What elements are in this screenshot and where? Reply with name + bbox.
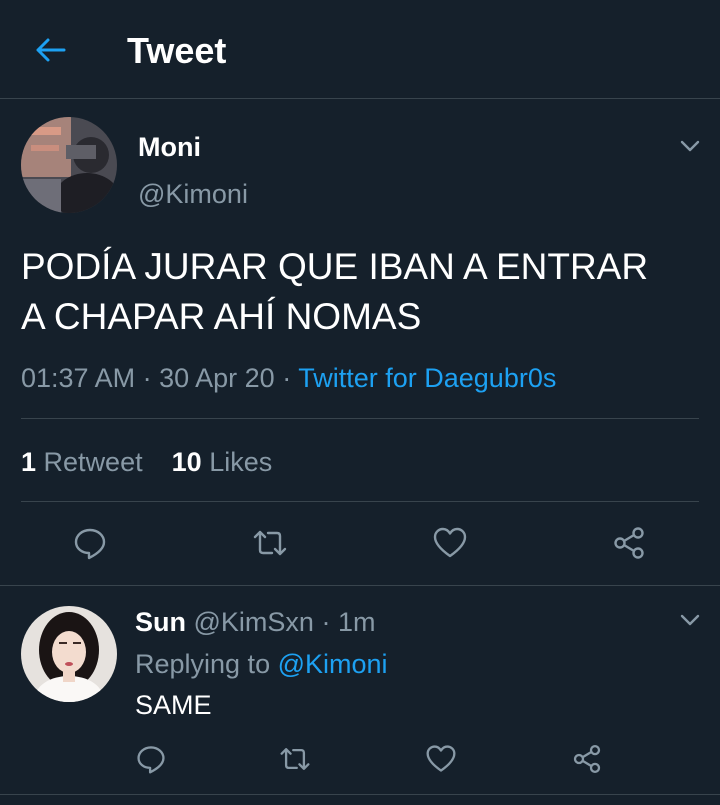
reply-text: SAME xyxy=(135,690,212,720)
share-icon xyxy=(614,527,644,559)
tweet-text-line: A CHAPAR AHÍ NOMAS xyxy=(21,296,422,337)
reply-like-button[interactable] xyxy=(419,737,463,781)
chevron-down-icon xyxy=(680,140,700,152)
tweet-text-line: PODÍA JURAR QUE IBAN A ENTRAR xyxy=(21,246,649,287)
reply-avatar[interactable] xyxy=(21,606,117,702)
replying-to-label: Replying to xyxy=(135,649,271,679)
tweet-source-link[interactable]: Twitter for Daegubr0s xyxy=(298,363,556,393)
share-button[interactable] xyxy=(607,521,651,565)
reply-header: Sun @KimSxn · 1m xyxy=(135,605,376,639)
tweet-text: PODÍA JURAR QUE IBAN A ENTRAR A CHAPAR A… xyxy=(21,242,711,342)
reply-author-name[interactable]: Sun xyxy=(135,607,186,637)
retweet-icon xyxy=(253,530,287,556)
arrow-left-icon xyxy=(36,38,66,62)
tweet-time: 01:37 AM xyxy=(21,363,136,393)
replying-to: Replying to @Kimoni xyxy=(135,647,388,681)
reply-reply-button[interactable] xyxy=(129,737,173,781)
like-count: 10 xyxy=(171,447,202,477)
avatar[interactable] xyxy=(21,117,117,213)
like-label: Likes xyxy=(209,447,273,477)
comment-icon xyxy=(74,528,106,560)
separator-dot: · xyxy=(321,607,331,637)
divider xyxy=(21,418,699,419)
tweet-meta: 01:37 AM · 30 Apr 20 · Twitter for Daegu… xyxy=(21,360,556,396)
heart-icon xyxy=(433,527,467,558)
reply-time: 1m xyxy=(337,607,376,637)
divider xyxy=(0,794,720,795)
retweet-icon xyxy=(280,748,310,770)
tweet-date: 30 Apr 20 xyxy=(159,363,275,393)
replying-to-handle[interactable]: @Kimoni xyxy=(278,649,388,679)
reply-share-button[interactable] xyxy=(565,737,609,781)
page-title: Tweet xyxy=(127,30,227,71)
tweet-options-button[interactable] xyxy=(676,132,704,160)
retweets-stat[interactable]: 1 Retweet xyxy=(21,447,143,477)
like-button[interactable] xyxy=(428,521,472,565)
separator-dot: · xyxy=(142,363,152,393)
share-icon xyxy=(573,744,601,774)
comment-icon xyxy=(137,746,165,774)
avatar-image xyxy=(21,117,117,213)
divider xyxy=(0,585,720,586)
heart-icon xyxy=(426,745,456,772)
top-bar xyxy=(0,0,720,99)
back-button[interactable] xyxy=(28,30,72,70)
author-handle[interactable]: @Kimoni xyxy=(138,178,248,210)
tweet-stats: 1 Retweet 10 Likes xyxy=(21,445,272,479)
chevron-down-icon xyxy=(680,614,700,626)
reply-retweet-button[interactable] xyxy=(273,737,317,781)
retweet-count: 1 xyxy=(21,447,37,477)
retweet-button[interactable] xyxy=(248,521,292,565)
reply-author-handle[interactable]: @KimSxn xyxy=(194,607,314,637)
reply-options-button[interactable] xyxy=(676,606,704,634)
author-name[interactable]: Moni xyxy=(138,131,201,163)
divider xyxy=(21,501,699,502)
avatar-image xyxy=(21,606,117,702)
reply-button[interactable] xyxy=(68,521,112,565)
likes-stat[interactable]: 10 Likes xyxy=(172,447,273,477)
separator-dot: · xyxy=(282,363,292,393)
retweet-label: Retweet xyxy=(43,447,143,477)
